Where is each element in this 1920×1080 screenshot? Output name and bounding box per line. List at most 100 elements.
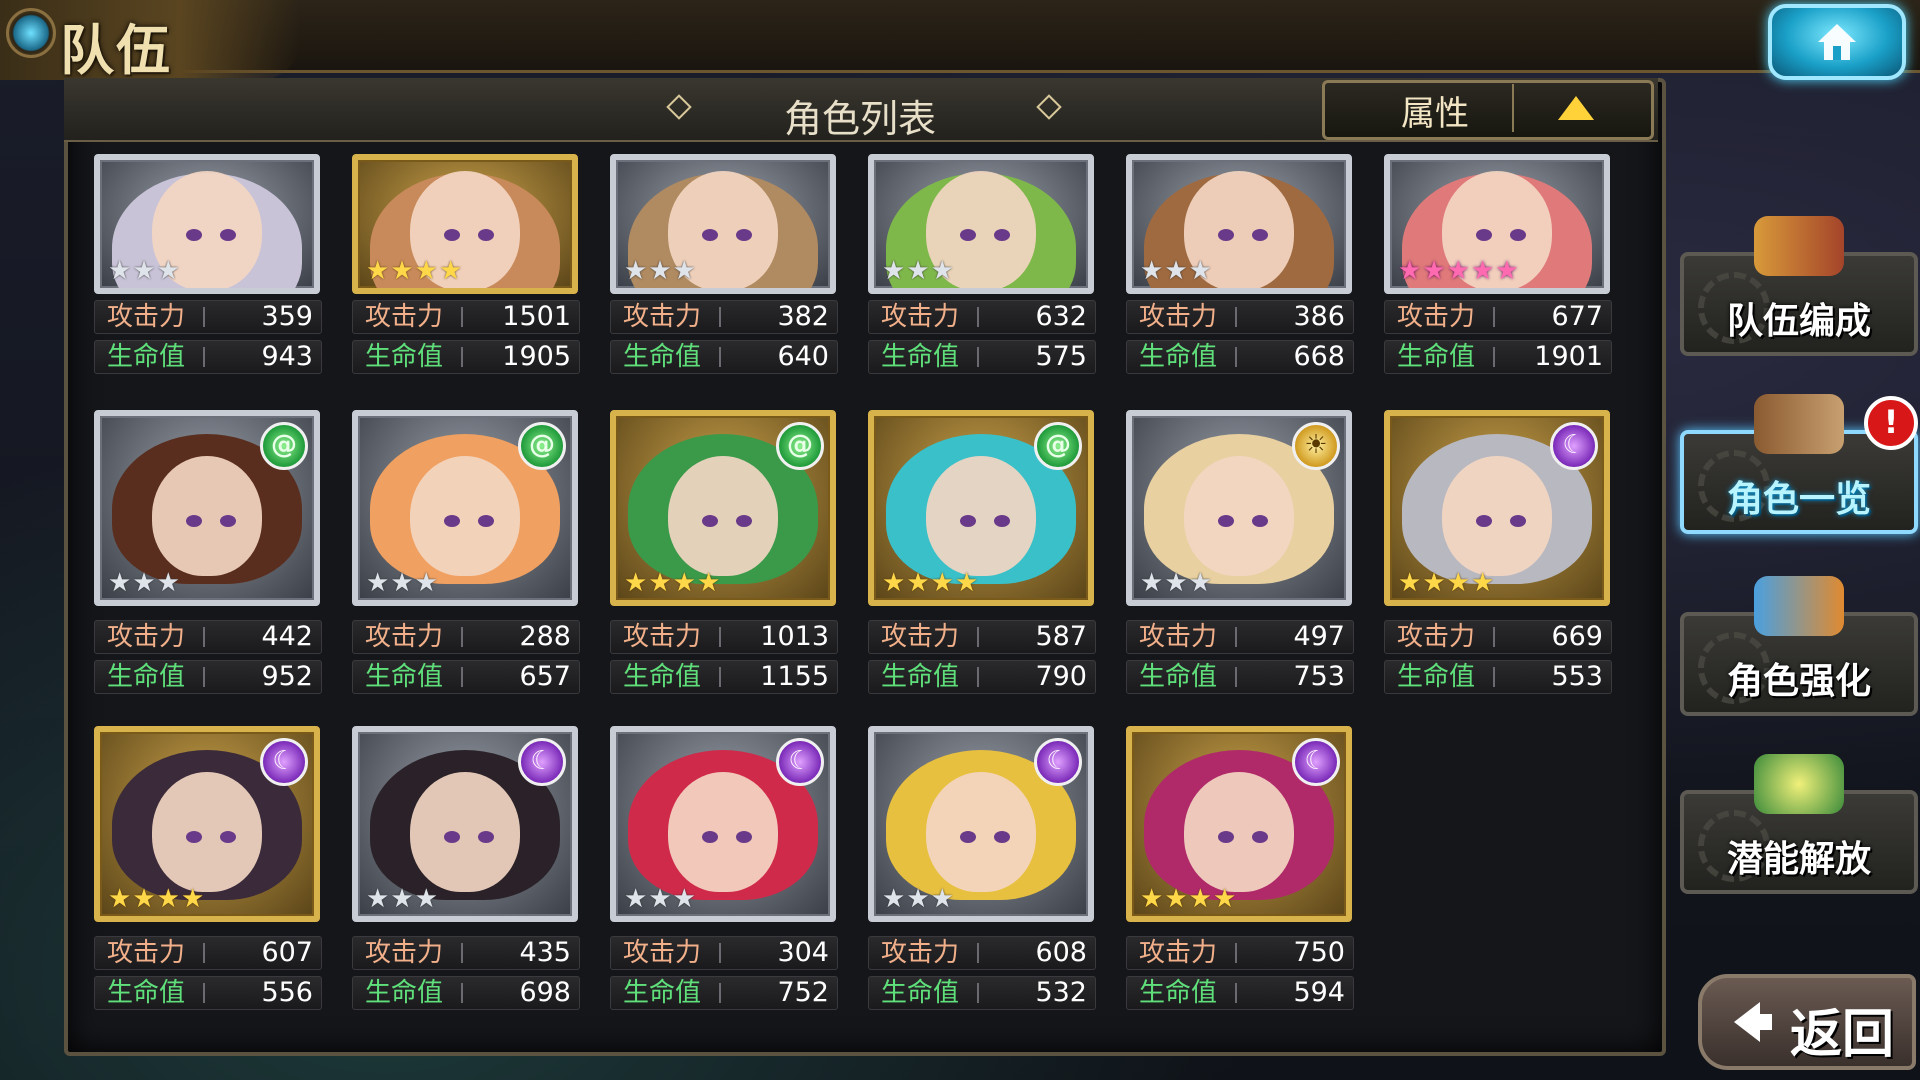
character-portrait[interactable]: @ ★ ★ ★ ★ [868, 410, 1094, 606]
stat-divider [1493, 627, 1495, 647]
hp-value: 698 [519, 977, 571, 1008]
stat-divider [1493, 347, 1495, 367]
attack-value: 386 [1293, 301, 1345, 332]
wind-element-icon: @ [776, 422, 824, 470]
star-icon: ★ [390, 884, 414, 914]
attack-value: 632 [1035, 301, 1087, 332]
home-button[interactable] [1768, 4, 1906, 80]
hp-stat: 生命值 657 [352, 660, 580, 694]
hp-label: 生命值 [107, 978, 186, 1008]
character-portrait[interactable]: @ ★ ★ ★ ★ [610, 410, 836, 606]
star-icon: ★ [366, 568, 390, 598]
moon-element-icon: ☾ [1550, 422, 1598, 470]
character-portrait[interactable]: ☾ ★ ★ ★ [610, 726, 836, 922]
attack-label: 攻击力 [107, 622, 186, 652]
character-portrait[interactable]: ☾ ★ ★ ★ ★ [94, 726, 320, 922]
character-portrait[interactable]: ☾ ★ ★ ★ ★ [1126, 726, 1352, 922]
sort-order-arrow-icon[interactable] [1558, 96, 1594, 120]
star-icon: ★ [1140, 256, 1164, 286]
star-icon: ★ [1164, 256, 1188, 286]
attack-stat: 攻击力 386 [1126, 300, 1354, 334]
moon-element-icon: ☾ [776, 738, 824, 786]
stat-divider [461, 627, 463, 647]
stat-divider [719, 943, 721, 963]
attack-value: 288 [519, 621, 571, 652]
attack-label: 攻击力 [623, 622, 702, 652]
attack-stat: 攻击力 669 [1384, 620, 1612, 654]
rarity-stars: ★ ★ ★ [624, 258, 696, 284]
hp-stat: 生命值 556 [94, 976, 322, 1010]
character-portrait[interactable]: @ ★ ★ ★ [352, 410, 578, 606]
page-title: 队伍 [60, 19, 172, 82]
hp-stat: 生命值 575 [868, 340, 1096, 374]
stat-divider [719, 347, 721, 367]
character-eye [477, 229, 494, 242]
character-portrait[interactable]: ☀ ★ ★ ★ [1126, 410, 1352, 606]
character-face [410, 455, 520, 576]
attack-stat: 攻击力 442 [94, 620, 322, 654]
character-portrait[interactable]: ★ ★ ★ [868, 154, 1094, 294]
attack-value: 382 [777, 301, 829, 332]
character-portrait[interactable]: @ ★ ★ ★ [94, 410, 320, 606]
back-button[interactable]: 返回 [1698, 974, 1916, 1070]
side-menu-label: 潜能解放 [1726, 839, 1871, 880]
hp-label: 生命值 [107, 662, 186, 692]
character-face [1184, 771, 1294, 892]
enhance-card-icon [1754, 576, 1844, 636]
rarity-stars: ★ ★ ★ ★ [882, 570, 978, 596]
star-icon: ★ [1470, 568, 1495, 598]
gear-emblem-icon [6, 8, 56, 58]
star-icon: ★ [696, 568, 721, 598]
hp-label: 生命值 [881, 978, 960, 1008]
side-menu-button[interactable]: 潜能解放 [1680, 754, 1918, 894]
character-eye [959, 229, 976, 242]
side-menu-label: 角色一览 [1726, 479, 1871, 520]
hp-value: 575 [1035, 341, 1087, 372]
attack-stat: 攻击力 359 [94, 300, 322, 334]
side-menu-button[interactable]: 角色强化 [1680, 576, 1918, 716]
character-portrait[interactable]: ☾ ★ ★ ★ ★ [1384, 410, 1610, 606]
rarity-stars: ★ ★ ★ [624, 886, 696, 912]
sort-divider [1512, 84, 1514, 132]
hp-stat: 生命值 952 [94, 660, 322, 694]
stat-divider [977, 983, 979, 1003]
character-portrait[interactable]: ☾ ★ ★ ★ [352, 726, 578, 922]
attack-stat: 攻击力 435 [352, 936, 580, 970]
character-portrait[interactable]: ★ ★ ★ ★ ★ [1384, 154, 1610, 294]
stat-divider [203, 943, 205, 963]
potential-orb-icon [1754, 754, 1844, 814]
hp-stat: 生命值 553 [1384, 660, 1612, 694]
hp-stat: 生命值 532 [868, 976, 1096, 1010]
character-portrait[interactable]: ★ ★ ★ [94, 154, 320, 294]
moon-element-icon: ☾ [260, 738, 308, 786]
home-icon [1818, 24, 1856, 60]
hp-stat: 生命值 1901 [1384, 340, 1612, 374]
character-portrait[interactable]: ☾ ★ ★ ★ [868, 726, 1094, 922]
attack-stat: 攻击力 677 [1384, 300, 1612, 334]
hp-stat: 生命值 943 [94, 340, 322, 374]
side-menu-button[interactable]: 队伍编成 [1680, 216, 1918, 356]
sort-attribute-button[interactable]: 属性 [1340, 86, 1530, 135]
back-arrow-tail [1758, 1014, 1772, 1030]
hp-stat: 生命值 668 [1126, 340, 1354, 374]
star-icon: ★ [624, 884, 648, 914]
star-icon: ★ [1140, 568, 1164, 598]
character-eye [701, 831, 718, 844]
character-portrait[interactable]: ★ ★ ★ [610, 154, 836, 294]
side-menu-label: 队伍编成 [1726, 301, 1871, 342]
star-icon: ★ [648, 256, 672, 286]
star-icon: ★ [414, 256, 438, 286]
star-icon: ★ [930, 256, 954, 286]
character-portrait[interactable]: ★ ★ ★ ★ [352, 154, 578, 294]
hp-value: 952 [261, 661, 313, 692]
attack-label: 攻击力 [365, 302, 444, 332]
stat-divider [977, 347, 979, 367]
star-icon: ★ [366, 256, 390, 286]
star-icon: ★ [648, 884, 672, 914]
character-eye [219, 229, 236, 242]
star-icon: ★ [414, 568, 438, 598]
stat-divider [1493, 307, 1495, 327]
attack-stat: 攻击力 632 [868, 300, 1096, 334]
character-portrait[interactable]: ★ ★ ★ [1126, 154, 1352, 294]
star-icon: ★ [132, 884, 156, 914]
